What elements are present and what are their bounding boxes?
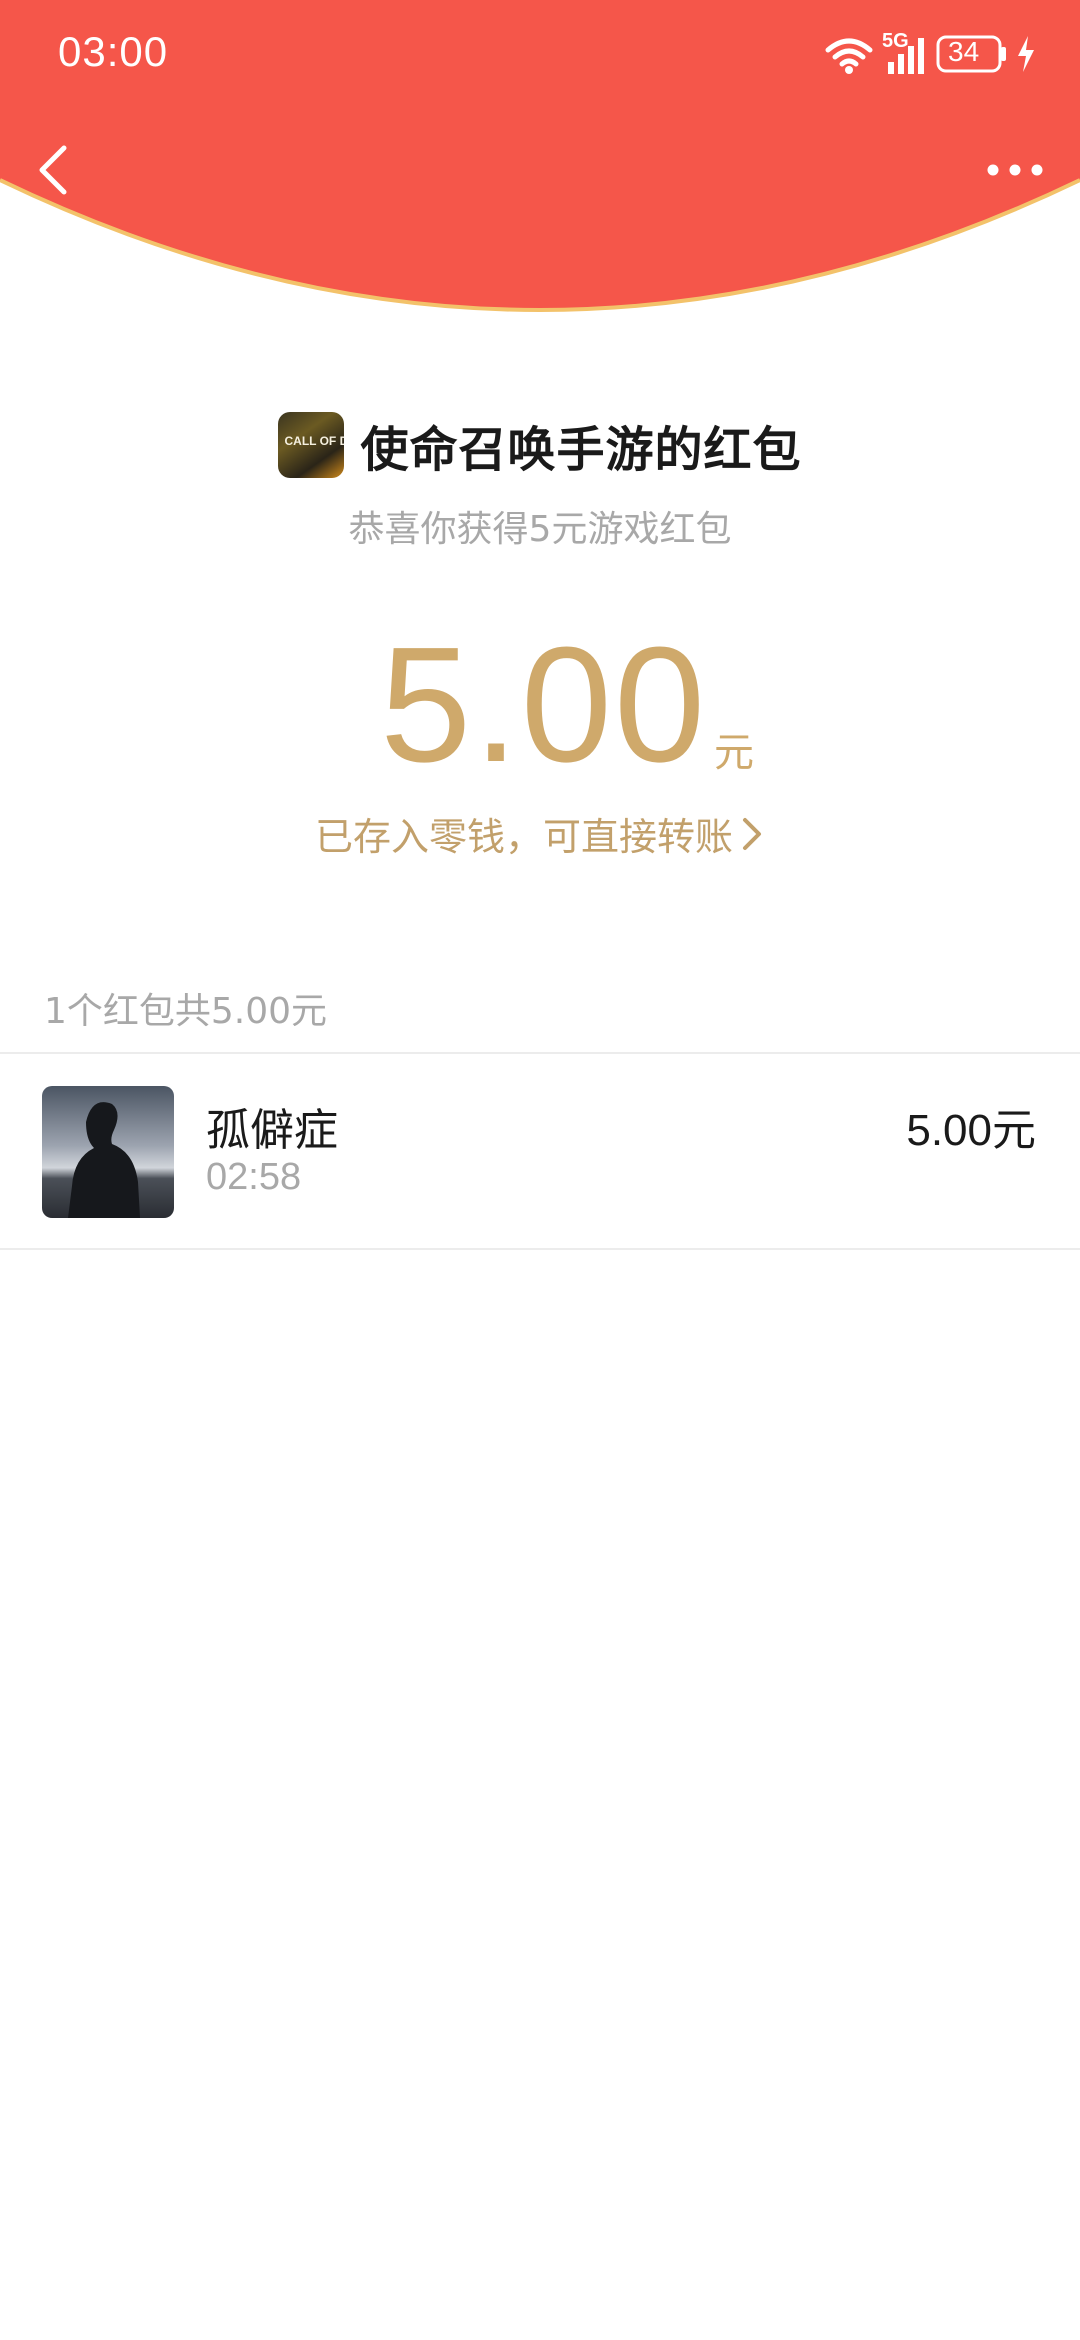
amount-display: 5.00 元 (0, 620, 1080, 790)
chevron-right-icon (743, 817, 761, 850)
battery-level: 34 (948, 36, 980, 67)
charging-icon (1018, 36, 1034, 72)
avatar[interactable] (42, 1086, 174, 1218)
packet-summary: 1个红包共5.00元 (44, 991, 328, 1032)
record-name: 孤僻症 (206, 1105, 338, 1156)
game-logo-text: CALL OF DUTY (284, 434, 345, 448)
status-bar: 03:00 5G 34 (0, 0, 1080, 110)
back-button[interactable] (28, 140, 88, 200)
red-packet-header: 03:00 5G 34 (0, 0, 1080, 330)
status-icons: 5G 34 (824, 30, 1044, 80)
user-avatar-photo (42, 1086, 174, 1218)
chevron-left-icon (39, 145, 67, 195)
record-time: 02:58 (206, 1156, 302, 1198)
list-item[interactable]: 孤僻症 02:58 5.00元 (0, 1054, 1080, 1248)
wallet-link-text: 已存入零钱，可直接转账 (314, 815, 733, 859)
packet-subtitle: 恭喜你获得5元游戏红包 (348, 509, 732, 550)
packet-title: 使命召唤手游的红包 (360, 422, 802, 478)
wallet-link[interactable]: 已存入零钱，可直接转账 (0, 806, 1080, 861)
wifi-icon (825, 38, 873, 74)
signal-strength-icon (888, 38, 924, 74)
record-amount: 5.00元 (906, 1106, 1036, 1155)
more-options-button[interactable] (980, 150, 1050, 190)
divider (0, 1248, 1080, 1250)
amount-unit: 元 (714, 730, 754, 776)
amount-value: 5.00 (380, 613, 708, 796)
packet-title-row: CALL OF DUTY 使命召唤手游的红包 (0, 410, 1080, 480)
call-of-duty-logo: CALL OF DUTY (278, 412, 345, 478)
more-dots-icon (987, 164, 1043, 176)
status-time: 03:00 (58, 28, 169, 75)
